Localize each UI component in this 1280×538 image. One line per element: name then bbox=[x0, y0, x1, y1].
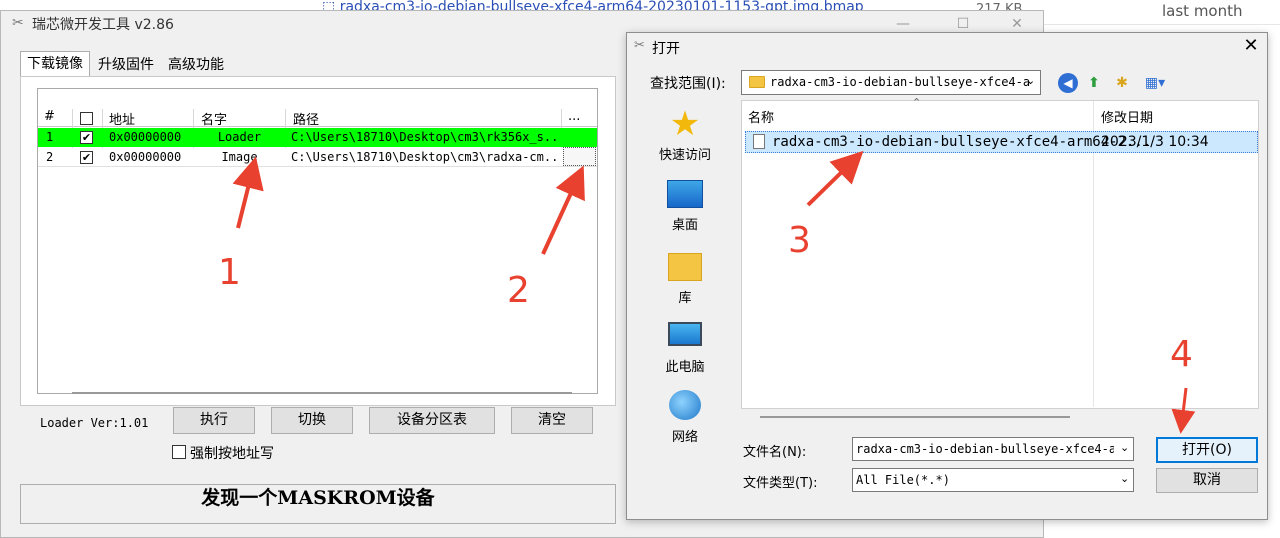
annotation-number: 4 bbox=[1170, 334, 1193, 375]
annotation-number: 3 bbox=[788, 220, 811, 261]
annotation-arrow bbox=[806, 150, 864, 207]
annotation-number: 2 bbox=[507, 270, 530, 311]
annotation-arrow bbox=[1171, 387, 1196, 434]
annotation-arrow bbox=[232, 156, 264, 229]
annotation-overlay bbox=[232, 150, 1196, 434]
annotation-number: 1 bbox=[218, 252, 241, 293]
annotation-arrow bbox=[541, 165, 585, 255]
